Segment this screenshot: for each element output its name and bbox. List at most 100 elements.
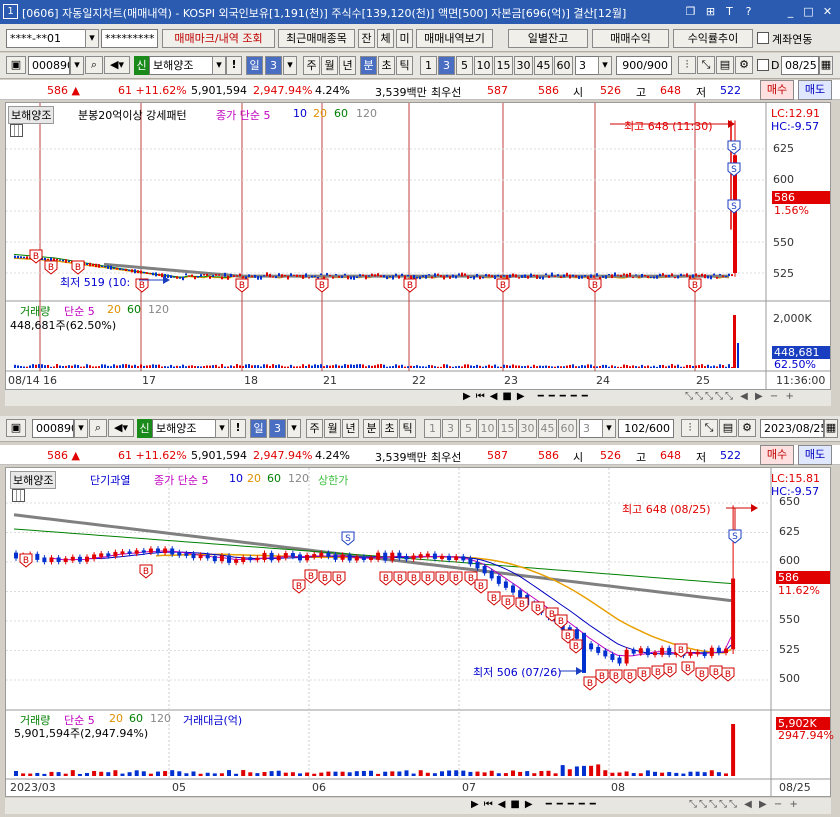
chart2-code-input[interactable]: 000890 (32, 419, 74, 438)
period-week-button[interactable]: 주 (306, 419, 323, 438)
chart1-code-input[interactable]: 000890 (28, 56, 70, 75)
chart2-stock-name[interactable]: 보해양조 (152, 419, 216, 438)
min-3-button[interactable]: 3 (438, 56, 455, 75)
executed-button[interactable]: 체 (377, 29, 394, 48)
calendar-icon[interactable]: ▦ (824, 419, 838, 438)
period-minute-button[interactable]: 분 (363, 419, 380, 438)
min-10-button[interactable]: 10 (474, 56, 493, 75)
save-icon[interactable]: ▤ (719, 419, 737, 437)
indicator-icon[interactable]: ⤡ (700, 419, 718, 437)
period-minute-button[interactable]: 분 (360, 56, 377, 75)
indicator-icon[interactable]: ⤡ (697, 56, 715, 74)
min-15-button[interactable]: 15 (494, 56, 513, 75)
unit-input[interactable]: 3 (575, 56, 599, 75)
period-week-button[interactable]: 주 (303, 56, 320, 75)
chevron-down-icon[interactable]: ▾ (598, 56, 612, 75)
chevron-down-icon[interactable]: ▾ (74, 419, 88, 438)
grid-icon[interactable]: ⊞ (703, 4, 718, 19)
alert-icon[interactable]: ! (226, 56, 242, 75)
min-1-button[interactable]: 1 (424, 419, 441, 438)
chart2-pane[interactable]: SSBBBBBBBBBBBBBBBBBBBBBBBBBBBBBBBBBB 보해양… (5, 467, 834, 797)
min-30-button[interactable]: 30 (514, 56, 533, 75)
chart2-date-input[interactable]: 2023/08/25 (760, 419, 824, 438)
buy-button[interactable]: 매수 (760, 80, 794, 100)
sell-button[interactable]: 매도 (798, 445, 832, 465)
candle-type-icon[interactable]: ⫶ (681, 419, 699, 437)
gear-icon[interactable]: ⚙ (738, 419, 756, 437)
chevron-down-icon[interactable]: ▾ (287, 419, 301, 438)
grid-toggle-icon[interactable] (10, 124, 23, 137)
period-second-button[interactable]: 초 (378, 56, 395, 75)
trade-history-button[interactable]: 매매내역보기 (416, 29, 493, 48)
buy-button[interactable]: 매수 (760, 445, 794, 465)
pin-icon[interactable]: T (722, 4, 737, 19)
period-year-button[interactable]: 년 (339, 56, 356, 75)
period-tick-button[interactable]: 틱 (399, 419, 416, 438)
trade-profit-button[interactable]: 매매수익 (592, 29, 669, 48)
chevron-down-icon[interactable]: ▾ (283, 56, 297, 75)
chart1-menu-icon[interactable]: ▣ (6, 56, 26, 74)
date-checkbox[interactable] (757, 59, 769, 71)
min-5-button[interactable]: 5 (456, 56, 473, 75)
speaker-icon[interactable]: ◀▾ (108, 419, 134, 437)
help-icon[interactable]: ? (741, 4, 756, 19)
chevron-down-icon[interactable]: ▾ (70, 56, 84, 75)
search-icon[interactable]: ⌕ (89, 419, 107, 437)
grid-toggle-icon[interactable] (12, 489, 25, 502)
trade-mark-query-button[interactable]: 매매마크/내역 조회 (162, 29, 275, 48)
speaker-icon[interactable]: ◀▾ (104, 56, 130, 74)
account-field[interactable]: ****-**01 (6, 29, 86, 48)
chart2-menu-icon[interactable]: ▣ (6, 419, 26, 437)
chart1-zoom-controls[interactable]: ⤡⤡⤡⤡⤡ ◀ ▶ − + (685, 391, 825, 405)
period-day-button[interactable]: 일 (246, 56, 263, 75)
password-field[interactable]: ********* (101, 29, 158, 48)
chevron-down-icon[interactable]: ▾ (602, 419, 616, 438)
min-5-button[interactable]: 5 (460, 419, 477, 438)
min-3-button[interactable]: 3 (442, 419, 459, 438)
period-month-button[interactable]: 월 (321, 56, 338, 75)
chart2-nav-controls[interactable]: ▶⏮◀■▶ ━━━━━ (471, 799, 683, 813)
sell-button[interactable]: 매도 (798, 80, 832, 100)
alert-icon[interactable]: ! (230, 419, 246, 438)
chevron-down-icon[interactable]: ▾ (215, 419, 229, 438)
chevron-down-icon[interactable]: ▾ (212, 56, 226, 75)
minimize-icon[interactable]: _ (783, 4, 798, 19)
period-second-button[interactable]: 초 (381, 419, 398, 438)
min-30-button[interactable]: 30 (518, 419, 537, 438)
period-year-button[interactable]: 년 (342, 419, 359, 438)
min-10-button[interactable]: 10 (478, 419, 497, 438)
close-icon[interactable]: ✕ (820, 4, 835, 19)
balance-button[interactable]: 잔 (358, 29, 375, 48)
search-icon[interactable]: ⌕ (85, 56, 103, 74)
account-link-checkbox[interactable] (757, 32, 769, 44)
period-day-button[interactable]: 일 (250, 419, 267, 438)
calendar-icon[interactable]: ▦ (819, 56, 833, 75)
maximize-icon[interactable]: □ (801, 4, 816, 19)
unexecuted-button[interactable]: 미 (396, 29, 413, 48)
period-month-button[interactable]: 월 (324, 419, 341, 438)
count-input[interactable]: 900/900 (616, 56, 672, 75)
recent-trades-button[interactable]: 최근매매종목 (278, 29, 355, 48)
chart2-legend-name[interactable]: 보해양조 (10, 471, 57, 489)
period-num[interactable]: 3 (269, 419, 286, 438)
min-15-button[interactable]: 15 (498, 419, 517, 438)
min-45-button[interactable]: 45 (534, 56, 553, 75)
chart1-nav-controls[interactable]: ▶⏮◀■▶ ━━━━━ (463, 391, 675, 405)
min-45-button[interactable]: 45 (538, 419, 557, 438)
save-icon[interactable]: ▤ (716, 56, 734, 74)
restore-icon[interactable]: ❐ (683, 4, 698, 19)
chart1-pane[interactable]: SSSBBBBBBBBBB 보해양조 분봉20억이상 강세패턴 종가 단순 5 … (5, 102, 831, 390)
chart2-zoom-controls[interactable]: ⤡⤡⤡⤡⤡ ◀ ▶ − + (689, 799, 829, 813)
candle-type-icon[interactable]: ⫶ (678, 56, 696, 74)
daily-balance-button[interactable]: 일별잔고 (508, 29, 588, 48)
count-input[interactable]: 102/600 (618, 419, 674, 438)
chart1-legend-name[interactable]: 보해양조 (8, 106, 55, 124)
period-tick-button[interactable]: 틱 (396, 56, 413, 75)
min-1-button[interactable]: 1 (420, 56, 437, 75)
unit-input[interactable]: 3 (579, 419, 603, 438)
chart1-date-input[interactable]: 08/25 (781, 56, 819, 75)
min-60-button[interactable]: 60 (558, 419, 577, 438)
min-60-button[interactable]: 60 (554, 56, 573, 75)
return-trend-button[interactable]: 수익률추이 (673, 29, 753, 48)
gear-icon[interactable]: ⚙ (735, 56, 753, 74)
